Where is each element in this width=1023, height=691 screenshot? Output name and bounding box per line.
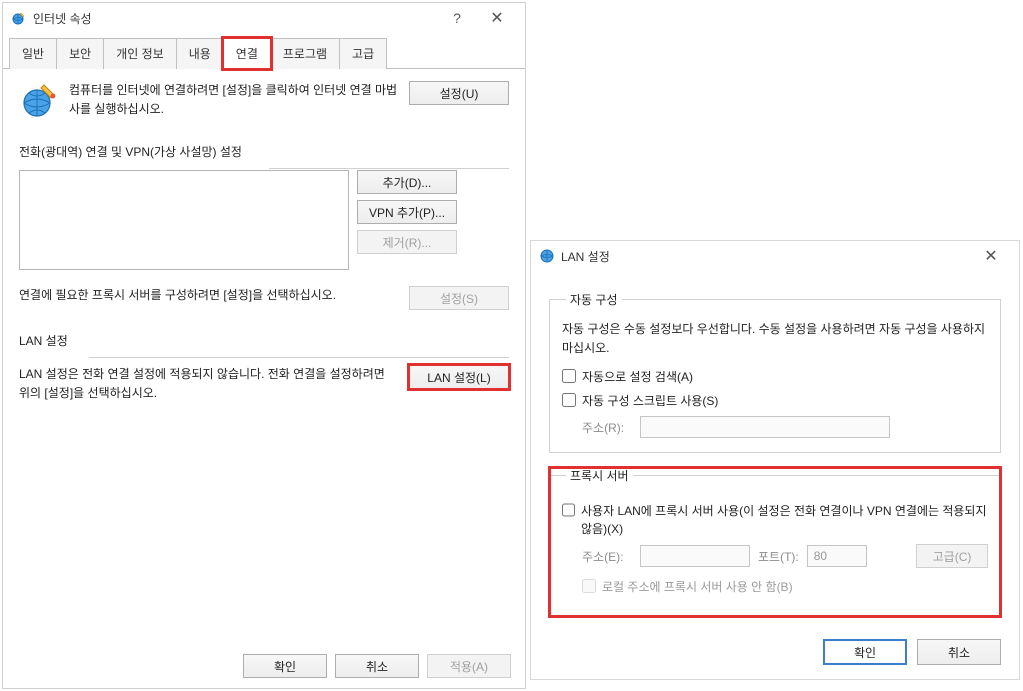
auto-config-group: 자동 구성 자동 구성은 수동 설정보다 우선합니다. 수동 설정을 사용하려면…	[549, 291, 1001, 453]
auto-script-checkbox[interactable]	[562, 393, 576, 407]
proxy-port-label: 포트(T):	[758, 548, 799, 565]
proxy-note-text: 연결에 필요한 프록시 서버를 구성하려면 [설정]을 선택하십시오.	[19, 286, 399, 305]
remove-button: 제거(R)...	[357, 230, 457, 254]
auto-detect-checkbox-row[interactable]: 자동으로 설정 검색(A)	[562, 368, 988, 386]
proxy-server-legend: 프록시 서버	[566, 467, 633, 484]
auto-script-label: 자동 구성 스크립트 사용(S)	[582, 392, 718, 410]
window-title: 인터넷 속성	[33, 10, 92, 27]
ok-button[interactable]: 확인	[243, 654, 327, 678]
help-button[interactable]: ?	[437, 4, 477, 32]
lan-settings-group: LAN 설정 LAN 설정은 전화 연결 설정에 적용되지 않습니다. 전화 연…	[19, 332, 509, 403]
use-proxy-label: 사용자 LAN에 프록시 서버 사용(이 설정은 전화 연결이나 VPN 연결에…	[581, 502, 988, 538]
lan-settings-legend: LAN 설정	[19, 332, 72, 349]
vpn-add-button[interactable]: VPN 추가(P)...	[357, 200, 457, 224]
cancel-button[interactable]: 취소	[335, 654, 419, 678]
proxy-address-input	[640, 545, 750, 567]
close-button[interactable]: ✕	[971, 242, 1011, 270]
dialog-footer: 확인 취소 적용(A)	[243, 654, 511, 678]
settings-button: 설정(S)	[409, 286, 509, 310]
proxy-port-input	[807, 545, 867, 567]
apply-button: 적용(A)	[427, 654, 511, 678]
tab-connections[interactable]: 연결	[223, 38, 271, 69]
tab-content[interactable]: 내용	[176, 38, 224, 69]
tab-advanced[interactable]: 고급	[339, 38, 387, 69]
use-proxy-checkbox[interactable]	[562, 503, 575, 517]
tab-strip: 일반 보안 개인 정보 내용 연결 프로그램 고급	[3, 37, 525, 69]
proxy-address-label: 주소(E):	[582, 548, 632, 565]
lan-settings-window: LAN 설정 ✕ 자동 구성 자동 구성은 수동 설정보다 우선합니다. 수동 …	[530, 240, 1020, 680]
internet-options-icon	[11, 10, 27, 26]
titlebar[interactable]: 인터넷 속성 ? ✕	[3, 3, 525, 33]
setup-button[interactable]: 설정(U)	[409, 81, 509, 105]
close-button[interactable]: ✕	[477, 4, 517, 32]
auto-config-legend: 자동 구성	[566, 291, 622, 308]
auto-config-description: 자동 구성은 수동 설정보다 우선합니다. 수동 설정을 사용하려면 자동 구성…	[562, 320, 988, 358]
connections-listbox[interactable]	[19, 170, 349, 270]
tab-security[interactable]: 보안	[56, 38, 104, 69]
lan-note-text: LAN 설정은 전화 연결 설정에 적용되지 않습니다. 전화 연결을 설정하려…	[19, 365, 399, 403]
bypass-local-label: 로컬 주소에 프록시 서버 사용 안 함(B)	[602, 578, 793, 596]
dialog-footer: 확인 취소	[549, 639, 1001, 665]
globe-wizard-icon	[19, 81, 59, 121]
cancel-button[interactable]: 취소	[917, 639, 1001, 665]
add-button[interactable]: 추가(D)...	[357, 170, 457, 194]
ok-button[interactable]: 확인	[823, 639, 907, 665]
tab-privacy[interactable]: 개인 정보	[103, 38, 177, 69]
lan-settings-icon	[539, 248, 555, 264]
dialup-vpn-group: 전화(광대역) 연결 및 VPN(가상 사설망) 설정 추가(D)... VPN…	[19, 143, 509, 310]
script-address-label: 주소(R):	[582, 419, 632, 436]
advanced-button: 고급(C)	[916, 544, 988, 568]
internet-properties-window: 인터넷 속성 ? ✕ 일반 보안 개인 정보 내용 연결 프로그램 고급 컴퓨터…	[2, 2, 526, 689]
lan-settings-button[interactable]: LAN 설정(L)	[409, 365, 509, 389]
window-title: LAN 설정	[561, 248, 610, 265]
dialup-vpn-legend: 전화(광대역) 연결 및 VPN(가상 사설망) 설정	[19, 143, 246, 160]
setup-intro-text: 컴퓨터를 인터넷에 연결하려면 [설정]을 클릭하여 인터넷 연결 마법사를 실…	[69, 81, 399, 119]
auto-detect-label: 자동으로 설정 검색(A)	[582, 368, 693, 386]
use-proxy-checkbox-row[interactable]: 사용자 LAN에 프록시 서버 사용(이 설정은 전화 연결이나 VPN 연결에…	[562, 502, 988, 538]
auto-detect-checkbox[interactable]	[562, 369, 576, 383]
titlebar[interactable]: LAN 설정 ✕	[531, 241, 1019, 271]
script-address-input	[640, 416, 890, 438]
tab-programs[interactable]: 프로그램	[270, 38, 340, 69]
proxy-server-group: 프록시 서버 사용자 LAN에 프록시 서버 사용(이 설정은 전화 연결이나 …	[549, 467, 1001, 617]
bypass-local-checkbox-row: 로컬 주소에 프록시 서버 사용 안 함(B)	[582, 578, 988, 596]
tab-general[interactable]: 일반	[9, 38, 57, 69]
auto-script-checkbox-row[interactable]: 자동 구성 스크립트 사용(S)	[562, 392, 988, 410]
bypass-local-checkbox	[582, 579, 596, 593]
